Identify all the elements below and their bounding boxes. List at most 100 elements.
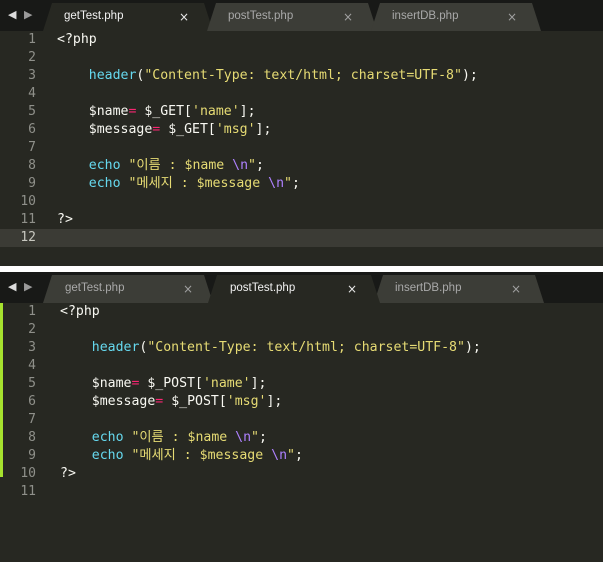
code-line: 8 echo "이름 : $name \n"; [0, 429, 603, 447]
code-line: 4 [0, 85, 603, 103]
code-text: header("Content-Type: text/html; charset… [60, 339, 481, 357]
code-text: ?> [57, 211, 73, 229]
interpolated-variable: $message [196, 176, 261, 191]
tab-label: getTest.php [65, 282, 125, 294]
line-number: 5 [28, 104, 36, 119]
code-line: 2 [0, 321, 603, 339]
code-text: <?php [57, 31, 97, 49]
function-token: header [91, 340, 140, 355]
string-token: " [287, 448, 295, 463]
line-number: 1 [28, 304, 36, 319]
tab-insertdb[interactable]: insertDB.php × [371, 3, 541, 31]
code-text: $message= $_GET['msg']; [57, 121, 272, 139]
superglobal-token: $_POST[ [139, 376, 203, 391]
close-icon[interactable]: × [511, 281, 521, 297]
code-text: $message= $_POST['msg']; [60, 393, 283, 411]
php-open-tag: <?php [57, 32, 97, 47]
code-editor[interactable]: 1 <?php 2 3 header("Content-Type: text/ht… [0, 303, 603, 501]
line-number: 2 [28, 322, 36, 337]
php-close-tag: ?> [57, 212, 73, 227]
line-number: 6 [28, 122, 36, 137]
string-token [224, 158, 232, 173]
tab-gettest[interactable]: getTest.php × [43, 275, 213, 303]
string-token: " [248, 158, 256, 173]
tab-posttest[interactable]: postTest.php × [207, 3, 377, 31]
code-line: 10 [0, 193, 603, 211]
close-icon[interactable]: × [179, 9, 189, 25]
tab-back-icon[interactable]: ◀ [8, 8, 16, 22]
close-icon[interactable]: × [347, 281, 357, 297]
tab-nav-arrows: ◀ ▶ [4, 280, 40, 294]
line-number: 9 [28, 448, 36, 463]
string-token: " [284, 176, 292, 191]
code-line: 11 ?> [0, 211, 603, 229]
code-line: 5 $name= $_GET['name']; [0, 103, 603, 121]
code-line: 7 [0, 139, 603, 157]
code-line: 7 [0, 411, 603, 429]
close-icon[interactable]: × [507, 9, 517, 25]
editor-pane-bottom: ◀ ▶ getTest.php × insertDB.php × postTes… [0, 272, 603, 562]
tab-posttest[interactable]: postTest.php × [208, 275, 380, 303]
code-line: 5 $name= $_POST['name']; [0, 375, 603, 393]
code-text: echo "이름 : $name \n"; [60, 429, 267, 447]
code-editor[interactable]: 1 <?php 2 3 header("Content-Type: text/ht… [0, 31, 603, 247]
tab-forward-icon[interactable]: ▶ [24, 8, 32, 22]
tab-gettest[interactable]: getTest.php × [43, 3, 213, 31]
code-text: $name= $_GET['name']; [57, 103, 256, 121]
close-icon[interactable]: × [183, 281, 193, 297]
string-token: "이름 : [120, 158, 185, 173]
keyword-token: echo [91, 448, 124, 463]
code-line: 2 [0, 49, 603, 67]
line-number: 1 [28, 32, 36, 47]
punct-token: ]; [239, 104, 256, 119]
interpolated-variable: $name [184, 158, 225, 173]
string-token: 'name' [192, 104, 240, 119]
string-token: 'msg' [226, 394, 267, 409]
code-line: 1 <?php [0, 303, 603, 321]
code-line: 6 $message= $_POST['msg']; [0, 393, 603, 411]
tab-insertdb[interactable]: insertDB.php × [374, 275, 544, 303]
string-token: " [251, 430, 259, 445]
code-line: 6 $message= $_GET['msg']; [0, 121, 603, 139]
tab-label: insertDB.php [392, 10, 459, 22]
line-number: 6 [28, 394, 36, 409]
superglobal-token: $_GET[ [136, 104, 192, 119]
variable-token: $name [91, 376, 132, 391]
tab-label: getTest.php [64, 10, 124, 22]
line-number: 2 [28, 50, 36, 65]
line-number: 10 [20, 194, 36, 209]
close-icon[interactable]: × [343, 9, 353, 25]
line-number: 11 [20, 212, 36, 227]
punct-token: ; [259, 430, 267, 445]
line-number: 3 [28, 68, 36, 83]
punct-token: ]; [250, 376, 267, 391]
keyword-token: echo [88, 158, 121, 173]
code-line: 8 echo "이름 : $name \n"; [0, 157, 603, 175]
tab-forward-icon[interactable]: ▶ [24, 280, 32, 294]
tab-label: postTest.php [230, 282, 296, 294]
php-open-tag: <?php [60, 304, 100, 319]
line-number: 4 [28, 86, 36, 101]
tab-label: insertDB.php [395, 282, 462, 294]
escape-token: \n [232, 158, 249, 173]
code-line: 9 echo "메세지 : $message \n"; [0, 447, 603, 465]
keyword-token: echo [91, 430, 124, 445]
code-text: echo "메세지 : $message \n"; [60, 447, 303, 465]
code-text: ?> [60, 465, 76, 483]
tab-bar: ◀ ▶ getTest.php × postTest.php × insertD… [0, 0, 603, 31]
line-number: 8 [28, 430, 36, 445]
superglobal-token: $_POST[ [163, 394, 227, 409]
interpolated-variable: $name [187, 430, 228, 445]
code-text: <?php [60, 303, 100, 321]
punct-token: ; [256, 158, 264, 173]
line-number: 3 [28, 340, 36, 355]
code-line: 4 [0, 357, 603, 375]
escape-token: \n [235, 430, 252, 445]
tab-back-icon[interactable]: ◀ [8, 280, 16, 294]
variable-token: $name [88, 104, 129, 119]
escape-token: \n [271, 448, 288, 463]
punct-token: ); [464, 340, 481, 355]
punct-token: ); [461, 68, 478, 83]
variable-token: $message [91, 394, 156, 409]
code-text: echo "메세지 : $message \n"; [57, 175, 300, 193]
